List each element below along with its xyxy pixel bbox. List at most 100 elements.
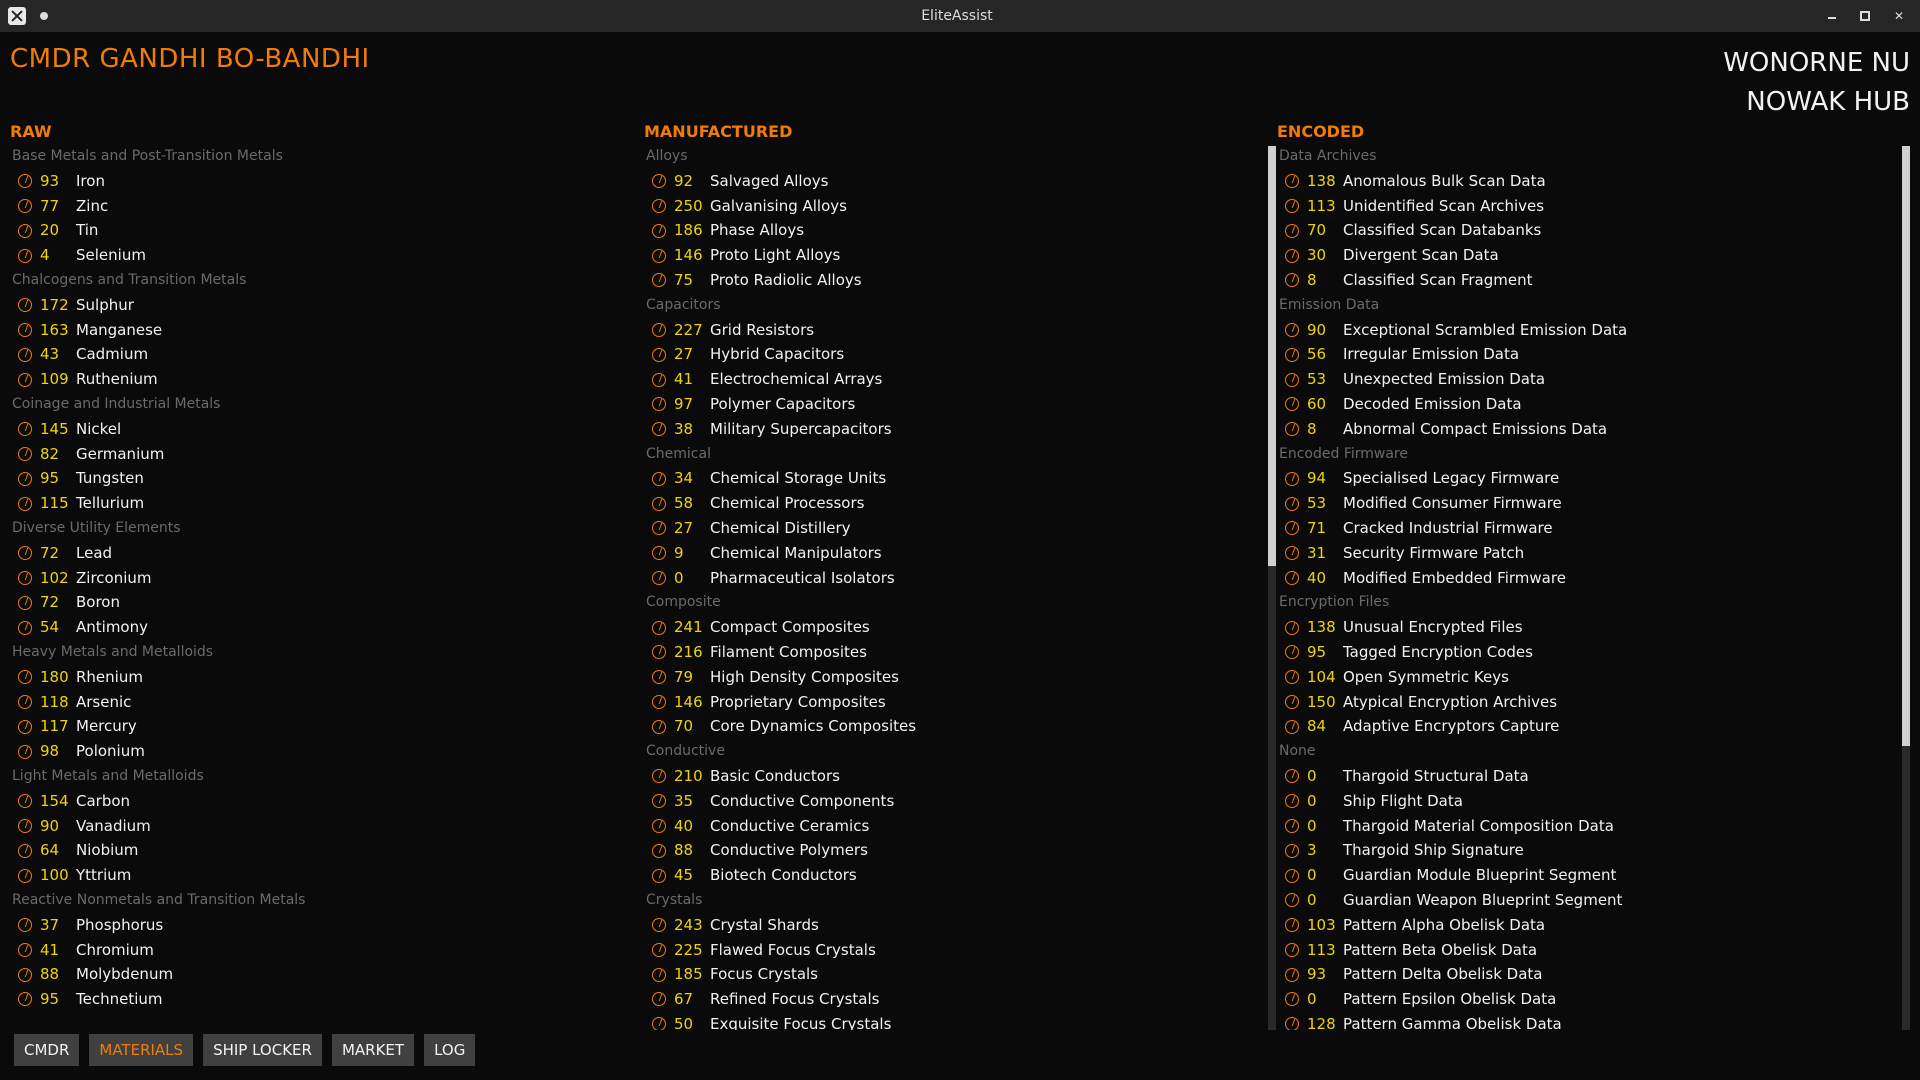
material-name: Electrochemical Arrays xyxy=(710,370,883,389)
material-grade-icon xyxy=(652,397,666,412)
material-count: 0 xyxy=(1307,791,1317,810)
material-grade-icon xyxy=(652,496,666,511)
material-row: 94 Specialised Legacy Firmware xyxy=(1277,466,1897,491)
material-grade-icon xyxy=(652,868,666,883)
material-name: Specialised Legacy Firmware xyxy=(1343,469,1560,488)
material-grade-icon xyxy=(652,223,666,238)
material-grade-icon xyxy=(1285,794,1299,809)
material-row: 100 Yttrium xyxy=(10,863,630,888)
material-grade-icon xyxy=(1285,769,1299,784)
manufactured-scrollbar[interactable] xyxy=(1268,146,1276,1030)
material-name: Compact Composites xyxy=(710,618,870,637)
material-grade-icon xyxy=(652,992,666,1007)
maximize-button[interactable] xyxy=(1860,9,1874,23)
tab-cmdr[interactable]: CMDR xyxy=(14,1034,80,1066)
material-grade-icon xyxy=(652,248,666,263)
material-count: 75 xyxy=(674,270,694,289)
material-row: 225 Flawed Focus Crystals xyxy=(644,938,1264,963)
material-grade-icon xyxy=(1285,397,1299,412)
material-grade-icon xyxy=(18,174,32,189)
material-name: High Density Composites xyxy=(710,667,899,686)
material-count: 40 xyxy=(1307,568,1327,587)
material-count: 216 xyxy=(674,642,703,661)
material-name: Pharmaceutical Isolators xyxy=(710,568,895,587)
material-count: 38 xyxy=(674,419,694,438)
pin-dot-icon[interactable] xyxy=(40,12,48,20)
material-grade-icon xyxy=(1285,942,1299,957)
minimize-button[interactable] xyxy=(1828,9,1842,23)
material-grade-icon xyxy=(18,198,32,213)
material-grade-icon xyxy=(18,843,32,858)
material-grade-icon xyxy=(18,298,32,313)
material-grade-icon xyxy=(18,496,32,511)
app-close-x-icon[interactable] xyxy=(8,7,26,25)
raw-materials-column: RAW Base Metals and Post-Transition Metal… xyxy=(10,120,630,1030)
material-grade-icon xyxy=(652,794,666,809)
material-grade-icon xyxy=(652,818,666,833)
material-grade-icon xyxy=(652,422,666,437)
material-grade-icon xyxy=(652,1017,666,1030)
material-row: 3 Thargoid Ship Signature xyxy=(1277,838,1897,863)
material-count: 115 xyxy=(40,494,69,513)
material-row: 20 Tin xyxy=(10,218,630,243)
material-name: Proto Radiolic Alloys xyxy=(710,270,862,289)
manufactured-scrollbar-thumb[interactable] xyxy=(1268,146,1276,566)
material-grade-icon xyxy=(1285,174,1299,189)
material-row: 79 High Density Composites xyxy=(644,665,1264,690)
material-count: 67 xyxy=(674,990,694,1009)
title-bar-left xyxy=(0,7,208,25)
material-row: 118 Arsenic xyxy=(10,690,630,715)
material-row: 90 Exceptional Scrambled Emission Data xyxy=(1277,318,1897,343)
material-row: 88 Conductive Polymers xyxy=(644,838,1264,863)
material-row: 64 Niobium xyxy=(10,838,630,863)
material-name: Selenium xyxy=(76,246,146,265)
material-count: 109 xyxy=(40,370,69,389)
tab-ship-locker[interactable]: SHIP LOCKER xyxy=(203,1034,322,1066)
material-count: 54 xyxy=(40,618,60,637)
material-name: Iron xyxy=(76,171,105,190)
material-count: 100 xyxy=(40,866,69,885)
material-count: 58 xyxy=(674,494,694,513)
material-name: Cadmium xyxy=(76,345,149,364)
material-name: Proto Light Alloys xyxy=(710,246,841,265)
material-name: Hybrid Capacitors xyxy=(710,345,845,364)
close-button[interactable]: ✕ xyxy=(1892,9,1906,23)
encoded-scrollbar-thumb[interactable] xyxy=(1902,146,1910,746)
material-name: Technetium xyxy=(76,990,163,1009)
tab-market[interactable]: MARKET xyxy=(331,1034,415,1066)
material-count: 30 xyxy=(1307,246,1327,265)
tab-log[interactable]: LOG xyxy=(424,1034,476,1066)
material-row: 0 Pharmaceutical Isolators xyxy=(644,566,1264,591)
material-row: 70 Core Dynamics Composites xyxy=(644,714,1264,739)
material-name: Sulphur xyxy=(76,295,134,314)
material-name: Carbon xyxy=(76,791,131,810)
material-count: 70 xyxy=(1307,221,1327,240)
material-grade-icon xyxy=(1285,372,1299,387)
material-row: 60 Decoded Emission Data xyxy=(1277,392,1897,417)
material-count: 41 xyxy=(40,940,60,959)
material-row: 227 Grid Resistors xyxy=(644,318,1264,343)
material-name: Pattern Alpha Obelisk Data xyxy=(1343,915,1546,934)
material-count: 40 xyxy=(674,816,694,835)
material-grade-icon xyxy=(1285,645,1299,660)
material-count: 95 xyxy=(1307,642,1327,661)
material-grade-icon xyxy=(652,273,666,288)
material-row: 163 Manganese xyxy=(10,318,630,343)
tab-materials[interactable]: MATERIALS xyxy=(89,1034,194,1066)
encoded-scrollbar[interactable] xyxy=(1902,146,1910,1030)
material-count: 60 xyxy=(1307,394,1327,413)
material-grade-icon xyxy=(652,322,666,337)
material-row: 8 Abnormal Compact Emissions Data xyxy=(1277,417,1897,442)
maximize-icon xyxy=(1860,11,1870,21)
material-grade-icon xyxy=(18,942,32,957)
material-grade-icon xyxy=(1285,570,1299,585)
material-grade-icon xyxy=(1285,694,1299,709)
material-row: 53 Modified Consumer Firmware xyxy=(1277,491,1897,516)
material-name: Open Symmetric Keys xyxy=(1343,667,1509,686)
material-row: 0 Guardian Weapon Blueprint Segment xyxy=(1277,888,1897,913)
material-row: 4 Selenium xyxy=(10,243,630,268)
material-row: 93 Pattern Delta Obelisk Data xyxy=(1277,962,1897,987)
material-count: 0 xyxy=(1307,990,1317,1009)
material-row: 115 Tellurium xyxy=(10,491,630,516)
material-count: 27 xyxy=(674,518,694,537)
